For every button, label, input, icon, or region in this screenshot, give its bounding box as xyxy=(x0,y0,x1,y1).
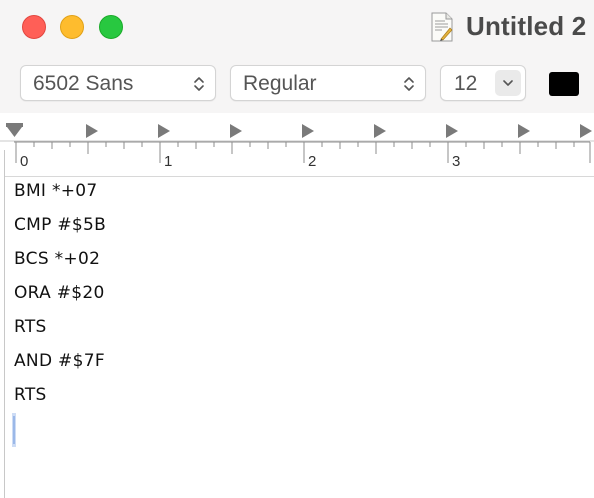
ruler-label-2: 2 xyxy=(308,153,317,170)
font-size-value[interactable]: 12 xyxy=(454,72,477,96)
ruler-graphics xyxy=(0,123,594,163)
minimize-button[interactable] xyxy=(60,15,84,39)
document-text-area[interactable]: BMI *+07 CMP #$5B BCS *+02 ORA #$20 RTS … xyxy=(0,177,594,498)
text-line: BMI *+07 xyxy=(14,181,98,201)
font-family-label: 6502 Sans xyxy=(33,72,134,95)
tab-stop-icons xyxy=(86,124,592,138)
font-family-popup[interactable]: 6502 Sans xyxy=(20,65,216,101)
text-line: AND #$7F xyxy=(14,351,105,371)
text-line: RTS xyxy=(14,317,47,337)
textedit-window: Untitled 2 6502 Sans Regular 12 0 1 2 3 … xyxy=(0,0,594,498)
text-line: ORA #$20 xyxy=(14,283,105,303)
title-bar: Untitled 2 6502 Sans Regular 12 xyxy=(0,0,594,114)
chevron-down-icon xyxy=(503,80,513,86)
background-window-edge xyxy=(0,150,5,498)
zoom-button[interactable] xyxy=(99,15,123,39)
up-down-chevron-icon xyxy=(404,77,414,91)
indent-marker-icon xyxy=(6,123,23,137)
text-line: BCS *+02 xyxy=(14,249,101,269)
font-size-combobox[interactable]: 12 xyxy=(440,65,526,101)
up-down-chevron-icon xyxy=(194,77,204,91)
window-title: Untitled 2 xyxy=(466,11,587,41)
ruler-label-3: 3 xyxy=(452,153,461,170)
ruler-label-1: 1 xyxy=(164,153,173,170)
font-style-label: Regular xyxy=(243,72,317,95)
text-caret xyxy=(13,416,15,444)
close-button[interactable] xyxy=(22,15,46,39)
ruler[interactable]: 0 1 2 3 xyxy=(0,113,594,177)
font-size-dropdown-button[interactable] xyxy=(495,70,521,96)
text-line: CMP #$5B xyxy=(14,215,107,235)
font-style-popup[interactable]: Regular xyxy=(230,65,426,101)
ruler-label-0: 0 xyxy=(20,153,29,170)
document-icon[interactable] xyxy=(430,12,454,42)
text-color-well[interactable] xyxy=(549,72,579,96)
text-line: RTS xyxy=(14,385,47,405)
